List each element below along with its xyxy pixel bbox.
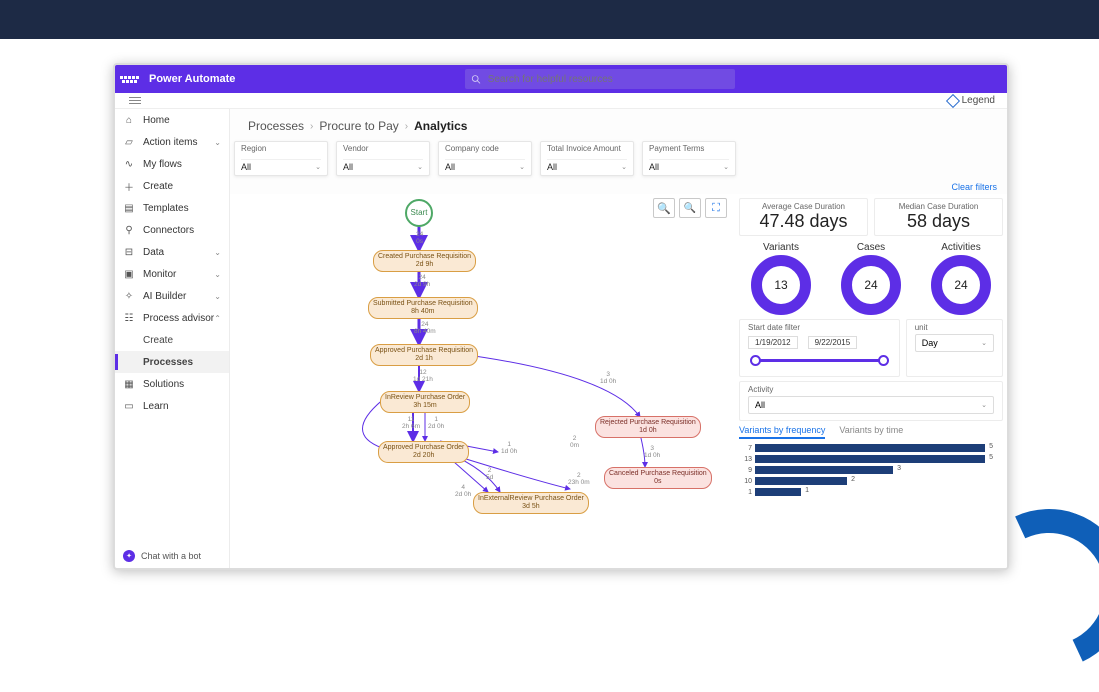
variants-donut: Variants13 xyxy=(739,240,823,315)
legend-link[interactable]: Legend xyxy=(962,95,995,106)
bar-row: 75 xyxy=(739,443,1003,453)
flow-node-created-req[interactable]: Created Purchase Requisition2d 9h xyxy=(373,250,476,272)
home-icon: ⌂ xyxy=(123,114,135,126)
chevron-down-icon: ⌄ xyxy=(214,292,221,301)
chevron-right-icon: › xyxy=(310,121,313,132)
chevron-down-icon: ⌄ xyxy=(315,163,321,171)
filter-region[interactable]: RegionAll⌄ xyxy=(234,141,328,176)
sidebar-item-data[interactable]: ⊟Data⌄ xyxy=(115,241,229,263)
sidebar-item-monitor[interactable]: ▣Monitor⌄ xyxy=(115,263,229,285)
sidebar-toggle-icon[interactable] xyxy=(129,95,141,106)
flow-node-external-review[interactable]: InExternalReview Purchase Order3d 5h xyxy=(473,492,589,514)
sidebar-item-templates[interactable]: ▤Templates xyxy=(115,197,229,219)
filter-payment-terms[interactable]: Payment TermsAll⌄ xyxy=(642,141,736,176)
bar-row: 135 xyxy=(739,454,1003,464)
sidebar-subitem-create[interactable]: Create xyxy=(115,329,229,351)
unit-card: unit Day⌄ xyxy=(906,319,1003,377)
ai-icon: ✧ xyxy=(123,290,135,302)
activities-donut: Activities24 xyxy=(919,240,1003,315)
chevron-right-icon: › xyxy=(405,121,408,132)
median-duration-card: Median Case Duration 58 days xyxy=(874,198,1003,236)
date-range-slider[interactable] xyxy=(754,359,885,362)
sidebar-item-create[interactable]: ＋Create xyxy=(115,175,229,197)
learn-icon: ▭ xyxy=(123,400,135,412)
slider-thumb-start[interactable] xyxy=(750,355,761,366)
chevron-down-icon: ⌄ xyxy=(621,163,627,171)
analytics-panel: Average Case Duration 47.48 days Median … xyxy=(735,194,1007,568)
chevron-down-icon: ⌄ xyxy=(214,138,221,147)
sidebar-item-my-flows[interactable]: ∿My flows xyxy=(115,153,229,175)
variants-bar-chart: 751359310211 xyxy=(739,443,1003,497)
filter-vendor[interactable]: VendorAll⌄ xyxy=(336,141,430,176)
cases-donut: Cases24 xyxy=(829,240,913,315)
flow-node-start[interactable]: Start xyxy=(405,199,433,227)
chevron-up-icon: ⌃ xyxy=(214,314,221,323)
tab-variants-time[interactable]: Variants by time xyxy=(839,425,903,439)
sidebar-item-learn[interactable]: ▭Learn xyxy=(115,395,229,417)
bar-row: 102 xyxy=(739,476,1003,486)
search-input[interactable] xyxy=(488,74,730,85)
process-map: 🔍 🔍 ⛶ xyxy=(230,194,735,568)
tab-variants-frequency[interactable]: Variants by frequency xyxy=(739,425,825,439)
app-window: Power Automate Legend ⌂Home ▱Action item… xyxy=(113,63,1009,570)
process-icon: ☷ xyxy=(123,312,135,324)
search-icon xyxy=(471,74,481,85)
chevron-down-icon: ⌄ xyxy=(214,248,221,257)
legend-icon xyxy=(946,93,960,107)
date-to[interactable]: 9/22/2015 xyxy=(808,336,858,349)
filter-company-code[interactable]: Company codeAll⌄ xyxy=(438,141,532,176)
flow-node-rejected-req[interactable]: Rejected Purchase Requisition1d 0h xyxy=(595,416,701,438)
search-box[interactable] xyxy=(465,69,735,89)
sidebar-item-solutions[interactable]: ▦Solutions xyxy=(115,373,229,395)
data-icon: ⊟ xyxy=(123,246,135,258)
flows-icon: ∿ xyxy=(123,158,135,170)
breadcrumb-current: Analytics xyxy=(414,119,467,133)
chevron-down-icon: ⌄ xyxy=(981,339,987,347)
sidebar-item-action-items[interactable]: ▱Action items⌄ xyxy=(115,131,229,153)
action-icon: ▱ xyxy=(123,136,135,148)
chat-bot-link[interactable]: ✦Chat with a bot xyxy=(115,544,229,568)
flow-node-inreview-po[interactable]: InReview Purchase Order3h 15m xyxy=(380,391,470,413)
clear-filters-link[interactable]: Clear filters xyxy=(230,180,1007,194)
sidebar-item-ai-builder[interactable]: ✧AI Builder⌄ xyxy=(115,285,229,307)
templates-icon: ▤ xyxy=(123,202,135,214)
flow-node-canceled-req[interactable]: Canceled Purchase Requisition0s xyxy=(604,467,712,489)
activity-card: Activity All⌄ xyxy=(739,381,1003,421)
app-title: Power Automate xyxy=(149,73,235,85)
chevron-down-icon: ⌄ xyxy=(417,163,423,171)
avg-duration-card: Average Case Duration 47.48 days xyxy=(739,198,868,236)
activity-select[interactable]: All⌄ xyxy=(748,396,994,414)
flow-node-submitted-req[interactable]: Submitted Purchase Requisition8h 40m xyxy=(368,297,478,319)
chevron-down-icon: ⌄ xyxy=(214,270,221,279)
flow-node-approved-po[interactable]: Approved Purchase Order2d 20h xyxy=(378,441,469,463)
chevron-down-icon: ⌄ xyxy=(519,163,525,171)
plus-icon: ＋ xyxy=(123,180,135,192)
date-from[interactable]: 1/19/2012 xyxy=(748,336,798,349)
chevron-down-icon: ⌄ xyxy=(723,163,729,171)
slider-thumb-end[interactable] xyxy=(878,355,889,366)
date-filter-card[interactable]: Start date filter 1/19/20129/22/2015 xyxy=(739,319,900,377)
connectors-icon: ⚲ xyxy=(123,224,135,236)
sidebar-item-process-advisor[interactable]: ☷Process advisor⌃ xyxy=(115,307,229,329)
sidebar-item-connectors[interactable]: ⚲Connectors xyxy=(115,219,229,241)
unit-select[interactable]: Day⌄ xyxy=(915,334,994,352)
sidebar: ⌂Home ▱Action items⌄ ∿My flows ＋Create ▤… xyxy=(115,109,230,568)
filter-total-invoice-amount[interactable]: Total Invoice AmountAll⌄ xyxy=(540,141,634,176)
sidebar-item-home[interactable]: ⌂Home xyxy=(115,109,229,131)
header-bar: Power Automate xyxy=(115,65,1007,93)
bar-row: 93 xyxy=(739,465,1003,475)
monitor-icon: ▣ xyxy=(123,268,135,280)
waffle-icon[interactable] xyxy=(118,68,140,90)
breadcrumb-processes[interactable]: Processes xyxy=(248,119,304,133)
sidebar-subitem-processes[interactable]: Processes xyxy=(115,351,229,373)
bar-row: 11 xyxy=(739,487,1003,497)
breadcrumb-procure[interactable]: Procure to Pay xyxy=(319,119,398,133)
bot-icon: ✦ xyxy=(123,550,135,562)
solutions-icon: ▦ xyxy=(123,378,135,390)
breadcrumb: Processes › Procure to Pay › Analytics xyxy=(230,109,1007,141)
chevron-down-icon: ⌄ xyxy=(981,401,987,409)
flow-node-approved-req[interactable]: Approved Purchase Requisition2d 1h xyxy=(370,344,478,366)
